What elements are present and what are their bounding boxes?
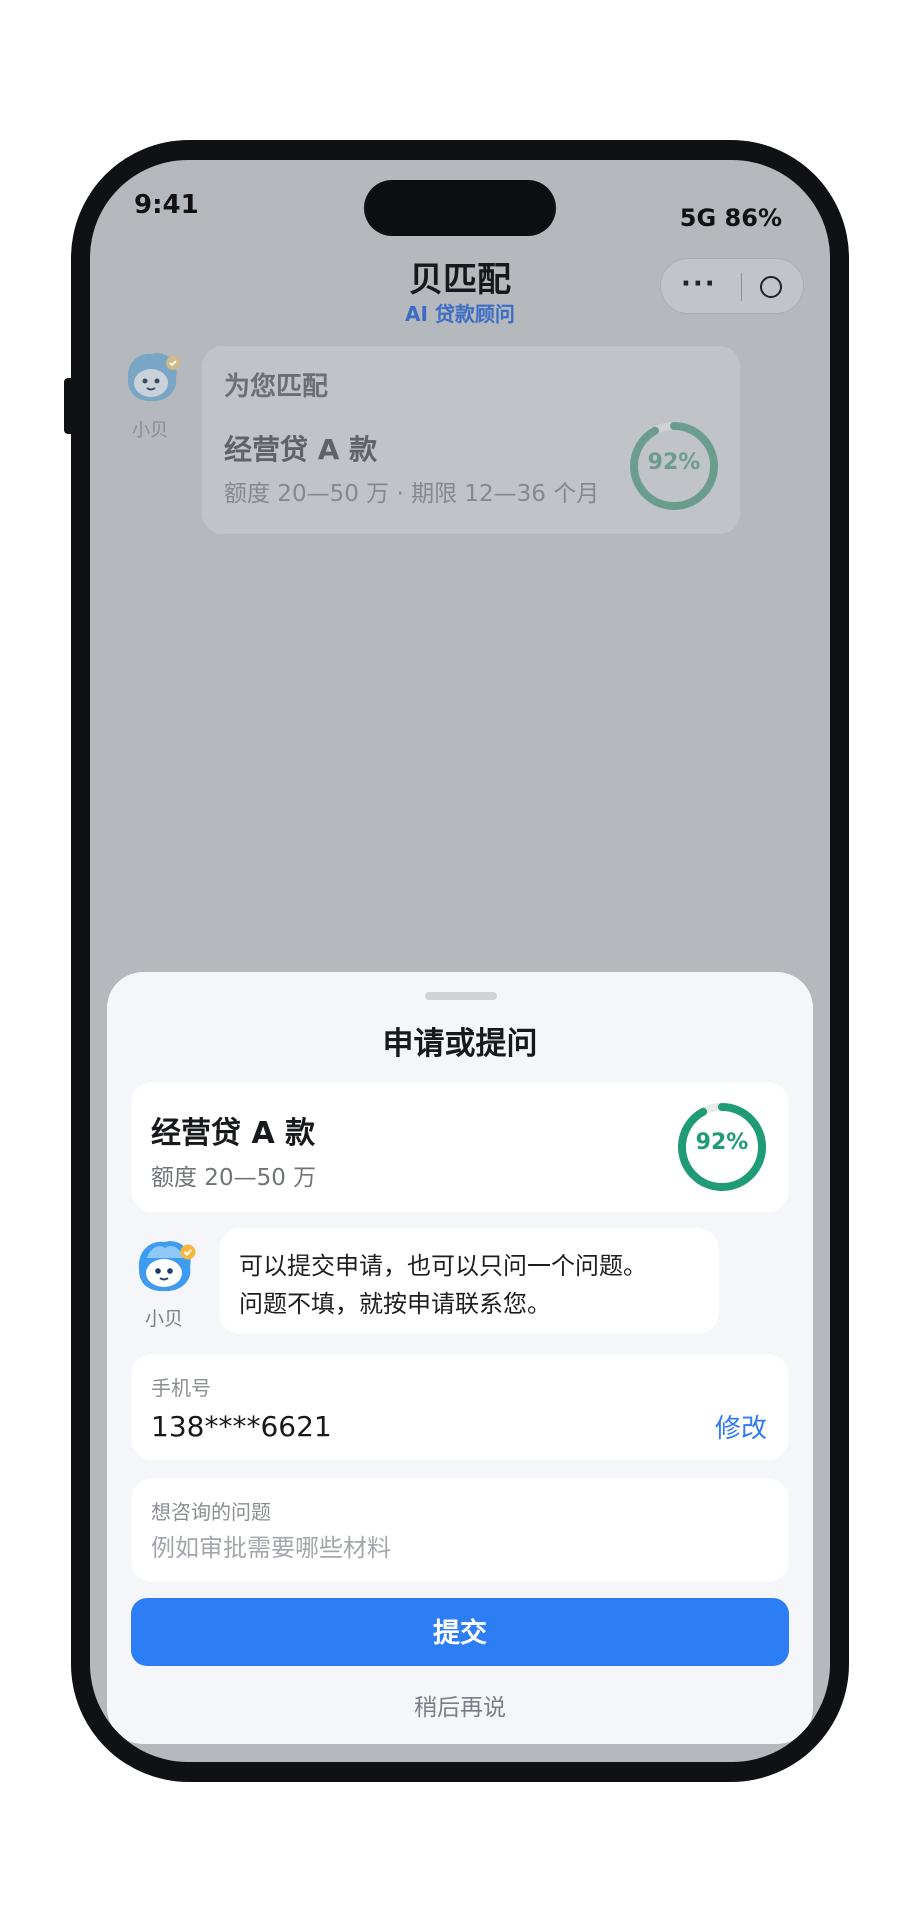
product-card: 经营贷 A 款 额度 20—50 万 92% [131, 1082, 789, 1212]
dynamic-island [364, 180, 556, 236]
assistant-name: 小贝 [132, 420, 168, 441]
assistant-avatar-icon [138, 1241, 196, 1292]
submit-button[interactable]: 提交 [131, 1598, 789, 1666]
sheet-grabber[interactable] [425, 992, 497, 1000]
assistant-avatar-icon [127, 353, 180, 402]
sheet-title: 申请或提问 [382, 1026, 538, 1062]
product-name: 经营贷 A 款 [151, 1116, 316, 1151]
match-result-card: 为您匹配 经营贷 A 款 额度 20—50 万 · 期限 12—36 个月 92… [202, 346, 740, 534]
question-field: 想咨询的问题 [131, 1478, 789, 1582]
assistant-name: 小贝 [145, 1308, 184, 1330]
close-circle-icon[interactable] [760, 276, 782, 298]
phone-field: 手机号 138****6621 修改 [131, 1354, 789, 1460]
phone-label: 手机号 [151, 1376, 211, 1400]
edit-phone-link[interactable]: 修改 [715, 1408, 767, 1445]
match-heading: 为您匹配 [224, 372, 329, 402]
more-icon[interactable]: ··· [681, 269, 717, 299]
capsule-divider [741, 273, 742, 301]
match-percent: 92% [695, 1130, 749, 1155]
product-limit: 额度 20—50 万 [151, 1165, 317, 1191]
product-meta: 额度 20—50 万 · 期限 12—36 个月 [224, 481, 600, 507]
status-network-battery: 5G 86% [679, 204, 782, 232]
phone-value: 138****6621 [151, 1410, 332, 1443]
question-label: 想咨询的问题 [151, 1500, 271, 1524]
assistant-message-bubble: 可以提交申请，也可以只问一个问题。 问题不填，就按申请联系您。 [219, 1228, 719, 1334]
mini-program-capsule: ··· [660, 258, 804, 314]
bottom-sheet: 申请或提问 经营贷 A 款 额度 20—50 万 92% 小贝 可以提交申请，也… [107, 972, 813, 1744]
phone-side-button [64, 378, 74, 434]
product-name: 经营贷 A 款 [224, 433, 378, 466]
phone-screen: 9:41 5G 86% 贝匹配 AI 贷款顾问 ··· 小贝 为您匹配 经营贷 … [90, 160, 830, 1762]
message-line: 可以提交申请，也可以只问一个问题。 [239, 1252, 647, 1280]
later-link[interactable]: 稍后再说 [107, 1688, 813, 1722]
match-percent: 92% [647, 450, 701, 475]
message-line: 问题不填，就按申请联系您。 [239, 1290, 551, 1318]
status-time: 9:41 [134, 190, 199, 220]
question-input[interactable] [151, 1534, 751, 1562]
